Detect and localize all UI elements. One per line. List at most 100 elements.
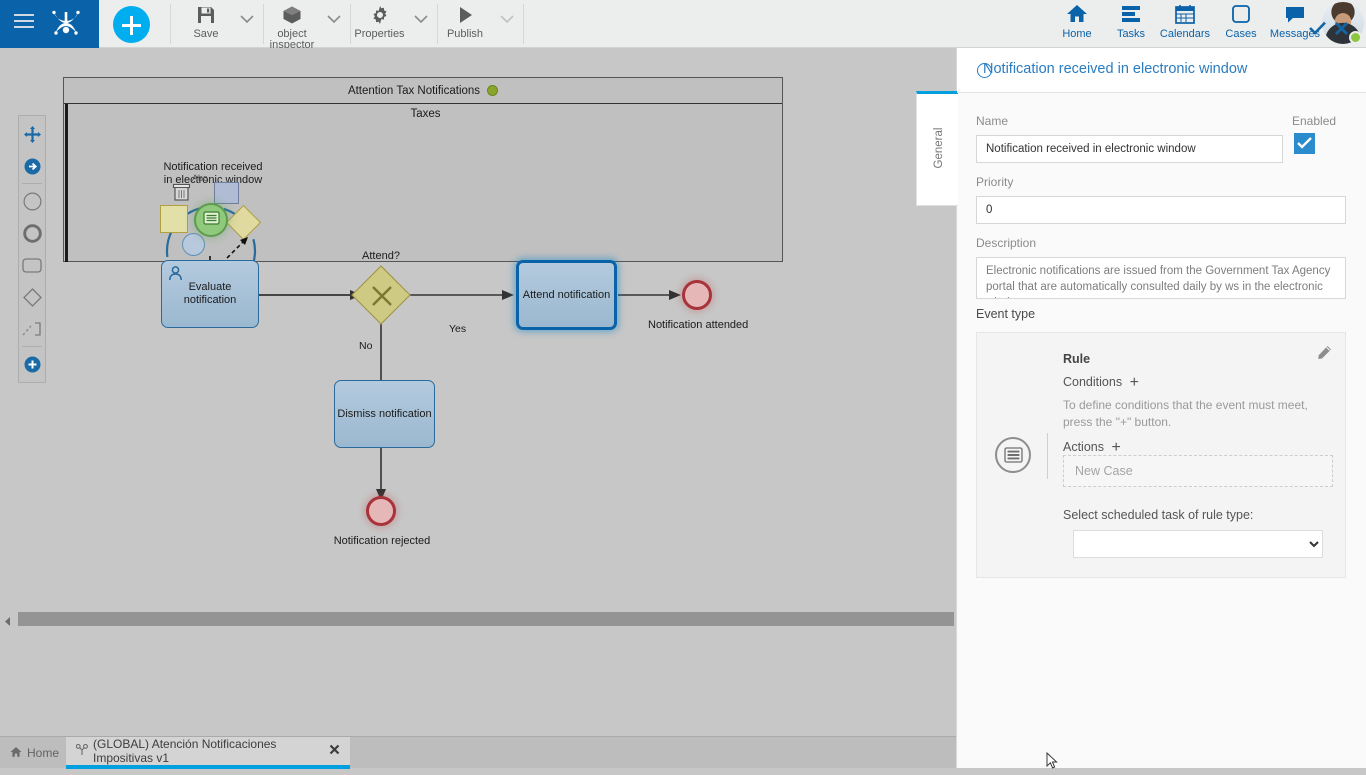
task-label: Dismiss notification	[337, 408, 431, 421]
top-toolbar: Save object inspector Properties Publish	[0, 0, 1366, 48]
description-textarea[interactable]: Electronic notifications are issued from…	[976, 257, 1346, 299]
toolbar-divider	[263, 4, 264, 44]
home-icon	[10, 746, 22, 761]
palette-divider	[22, 346, 42, 347]
end-event-notification-rejected[interactable]	[366, 496, 396, 526]
tab-general[interactable]: General	[916, 91, 958, 206]
sequence-flow-tool[interactable]	[19, 150, 45, 182]
nav-calendars[interactable]: Calendars	[1154, 3, 1216, 45]
scheduled-task-select[interactable]	[1073, 530, 1323, 558]
conditions-help-text: To define conditions that the event must…	[1063, 397, 1313, 431]
scroll-left-arrow-icon[interactable]	[3, 614, 12, 632]
inline-edit-hint: Abc	[192, 172, 208, 185]
tasks-list-icon	[1104, 3, 1158, 27]
rule-card: Rule Conditions + To define conditions t…	[976, 332, 1346, 578]
diagram-canvas[interactable]: Attention Tax Notifications Taxes Notifi…	[0, 48, 956, 720]
close-button[interactable]	[1334, 21, 1349, 41]
exclusive-gateway-x-icon	[361, 275, 401, 315]
close-x-icon[interactable]	[329, 744, 340, 758]
flow-connectors	[0, 48, 956, 668]
nav-calendars-label: Calendars	[1160, 28, 1210, 40]
end-event-tool[interactable]	[19, 217, 45, 249]
gateway-label: Attend?	[340, 250, 422, 263]
hamburger-menu-icon[interactable]	[14, 14, 34, 34]
panel-header: Notification received in electronic wind…	[957, 48, 1366, 93]
rule-lines-circle-icon	[995, 437, 1031, 473]
object-inspector-button[interactable]: object inspector	[267, 2, 317, 46]
horizontal-scrollbar[interactable]	[0, 610, 956, 628]
add-condition-button[interactable]: +	[1130, 374, 1139, 392]
start-event-notification-received[interactable]	[194, 203, 228, 237]
start-event-tool[interactable]	[19, 185, 45, 217]
end-event-attended-label: Notification attended	[648, 319, 748, 332]
scrollbar-thumb[interactable]	[18, 612, 954, 626]
end-event-notification-attended[interactable]	[682, 280, 712, 310]
event-type-label: Event type	[976, 307, 1035, 321]
nav-home-label: Home	[1062, 28, 1091, 40]
publish-button[interactable]: Publish	[440, 2, 490, 46]
properties-button[interactable]: Properties	[352, 2, 407, 46]
publish-label: Publish	[440, 29, 490, 40]
save-dropdown-caret[interactable]	[240, 14, 258, 32]
confirm-button[interactable]	[1309, 21, 1326, 40]
task-attend-notification[interactable]: Attend notification	[516, 260, 617, 330]
user-task-icon	[168, 266, 183, 285]
save-button[interactable]: Save	[182, 2, 230, 46]
name-label: Name	[976, 114, 1008, 128]
nav-tasks[interactable]: Tasks	[1104, 3, 1158, 45]
task-tool[interactable]	[19, 249, 45, 281]
flow-label-no: No	[359, 340, 372, 352]
rule-heading: Rule	[1063, 352, 1090, 366]
bonita-logo-icon[interactable]	[50, 10, 82, 38]
nav-home[interactable]: Home	[1050, 3, 1104, 45]
task-evaluate-notification[interactable]: Evaluate notification	[161, 260, 259, 328]
conditions-row: Conditions +	[1063, 374, 1139, 392]
publish-dropdown-caret[interactable]	[500, 14, 518, 32]
save-label: Save	[182, 29, 230, 40]
element-palette[interactable]	[18, 115, 46, 383]
bottom-tab-diagram[interactable]: (GLOBAL) Atención Notificaciones Imposit…	[66, 737, 350, 769]
mouse-cursor	[1046, 752, 1058, 775]
floppy-disk-save-icon	[182, 5, 230, 27]
gateway-attend[interactable]	[351, 265, 410, 324]
task-dismiss-notification[interactable]: Dismiss notification	[334, 380, 435, 448]
toolbar-divider	[170, 4, 171, 44]
bottom-tab-home[interactable]: Home	[0, 737, 66, 769]
rounded-square-case-icon	[1214, 3, 1268, 27]
action-item-label: New Case	[1075, 464, 1133, 478]
bottom-tab-home-label: Home	[27, 746, 59, 760]
pan-move-tool[interactable]	[19, 118, 45, 150]
actions-label: Actions	[1063, 440, 1104, 454]
object-inspector-dropdown-caret[interactable]	[327, 14, 345, 32]
flow-label-yes: Yes	[449, 323, 466, 335]
palette-divider	[22, 183, 42, 184]
nav-tasks-label: Tasks	[1117, 28, 1145, 40]
scheduled-task-label: Select scheduled task of rule type:	[1063, 508, 1253, 522]
properties-dropdown-caret[interactable]	[414, 14, 432, 32]
add-element-tool[interactable]	[19, 348, 45, 380]
radial-append-event[interactable]	[182, 233, 205, 256]
tab-general-label: General	[933, 98, 945, 198]
toolbar-divider	[437, 4, 438, 44]
message-start-event-icon	[203, 211, 220, 230]
enabled-checkbox[interactable]	[1294, 133, 1315, 154]
radial-append-note[interactable]	[160, 205, 188, 233]
add-new-button[interactable]	[113, 6, 150, 43]
boundary-tool[interactable]	[19, 313, 45, 345]
action-item-new-case[interactable]: New Case	[1063, 455, 1333, 487]
priority-input[interactable]	[976, 196, 1346, 224]
pencil-edit-icon[interactable]	[1317, 345, 1332, 365]
calendar-icon	[1154, 3, 1216, 27]
properties-label: Properties	[352, 29, 407, 40]
name-input[interactable]	[976, 135, 1283, 163]
brand-block	[0, 0, 99, 48]
bottom-tab-bar: Home (GLOBAL) Atención Notificaciones Im…	[0, 736, 956, 768]
gateway-tool[interactable]	[19, 281, 45, 313]
cube-box-icon	[267, 5, 317, 27]
radial-append-task[interactable]	[214, 182, 239, 204]
trash-can-icon[interactable]	[172, 182, 191, 207]
conditions-label: Conditions	[1063, 375, 1122, 389]
diagram-icon	[76, 744, 88, 759]
bottom-tab-diagram-label: (GLOBAL) Atención Notificaciones Imposit…	[93, 737, 322, 765]
nav-cases[interactable]: Cases	[1214, 3, 1268, 45]
